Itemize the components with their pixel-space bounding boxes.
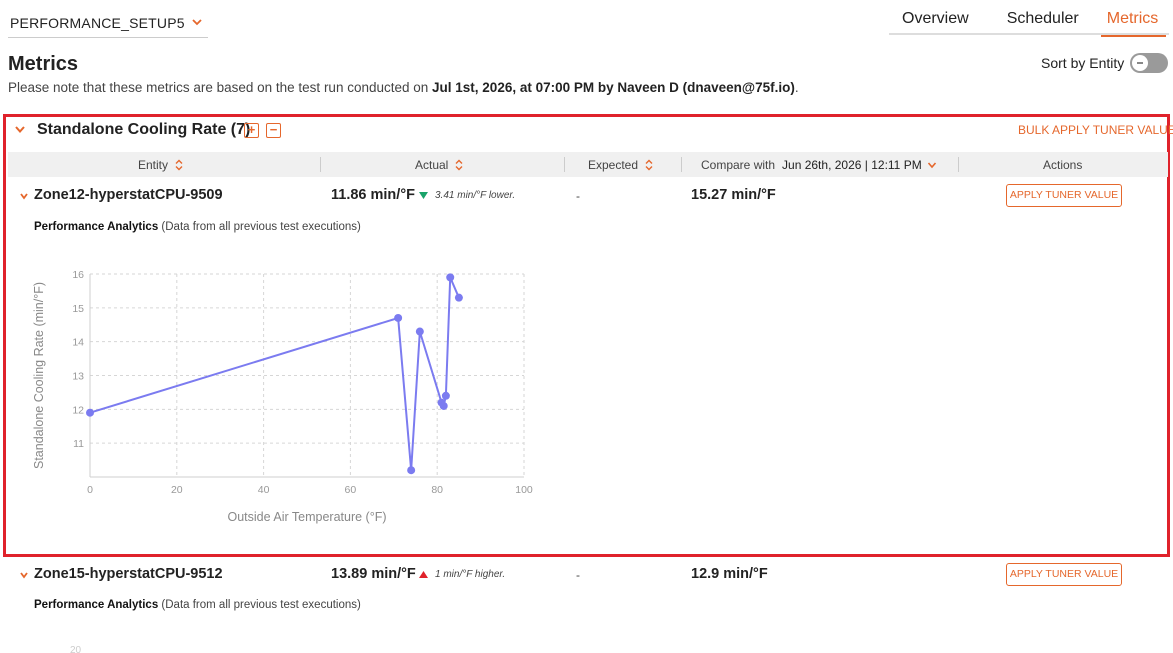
header-compare-with[interactable]: Compare with Jun 26th, 2026 | 12:11 PM: [701, 158, 937, 172]
trend-down-icon: [419, 192, 428, 199]
y-tick-label: 13: [72, 371, 84, 383]
setup-select[interactable]: PERFORMANCE_SETUP5: [8, 8, 208, 38]
column-divider: [958, 157, 959, 172]
expected-value: -: [576, 568, 580, 582]
column-divider: [681, 157, 682, 172]
page-title: Metrics: [8, 53, 79, 75]
trend-up-icon: [419, 571, 428, 578]
minus-icon[interactable]: −: [266, 123, 281, 138]
actual-value: 13.89 min/°F: [331, 566, 416, 582]
x-tick-label: 60: [345, 484, 357, 496]
data-line: [89, 276, 460, 471]
compare-value: 12.9 min/°F: [691, 566, 768, 582]
actual-value: 11.86 min/°F: [331, 187, 415, 203]
toggle-knob: [1132, 55, 1149, 71]
data-point: [86, 408, 94, 417]
data-point: [454, 293, 463, 302]
setup-select-value: PERFORMANCE_SETUP5: [10, 14, 185, 31]
header-actions-label: Actions: [1043, 158, 1083, 172]
entity-name: Zone12-hyperstatCPU-9509: [34, 187, 223, 203]
note-suffix: .: [794, 80, 799, 95]
analytics-title: Performance Analytics: [34, 599, 159, 611]
header-entity[interactable]: Entity: [138, 158, 184, 172]
x-tick-label: 40: [258, 484, 270, 496]
compare-value: 15.27 min/°F: [691, 187, 776, 203]
chevron-down-icon[interactable]: [19, 570, 29, 580]
cooling-rate-chart: 11 12 13 14 15 16 0 20 40 60 80 100 Outside Air Temp…: [32, 269, 533, 524]
x-tick-label: 80: [431, 484, 443, 496]
apply-tuner-button[interactable]: APPLY TUNER VALUE: [1006, 184, 1122, 207]
group-title: Standalone Cooling Rate (7): [37, 121, 251, 138]
sort-icon: [175, 159, 183, 171]
note-date: Jul 1st, 2026, at 07:00 PM by Naveen D (…: [432, 80, 795, 95]
tab-scheduler[interactable]: Scheduler: [1007, 8, 1079, 35]
header-actual[interactable]: Actual: [415, 158, 464, 172]
data-point: [415, 327, 424, 336]
entity-name: Zone15-hyperstatCPU-9512: [34, 566, 223, 582]
sort-icon: [455, 159, 463, 171]
column-divider: [564, 157, 565, 172]
sort-label: Sort by Entity: [1041, 55, 1125, 71]
top-tabs: Overview Scheduler Metrics: [889, 8, 1169, 37]
x-axis-title: Outside Air Temperature (°F): [228, 510, 387, 524]
y-axis-title: Standalone Cooling Rate (min/°F): [32, 282, 46, 469]
expected-value: -: [576, 189, 580, 203]
header-expected-label: Expected: [588, 158, 639, 172]
tab-overview[interactable]: Overview: [902, 8, 969, 35]
header-compare-label: Compare with: [701, 158, 776, 172]
performance-analytics-label: Performance Analytics (Data from all pre…: [34, 599, 361, 611]
sort-toggle[interactable]: [1130, 53, 1169, 73]
table-header: Entity Actual Expected Compare with Jun …: [8, 152, 1168, 177]
test-run-note: Please note that these metrics are based…: [8, 80, 799, 95]
header-actual-label: Actual: [415, 158, 449, 172]
chevron-down-icon: [927, 162, 936, 169]
analytics-note: (Data from all previous test executions): [161, 221, 361, 233]
sort-by-entity: Sort by Entity: [1041, 53, 1169, 73]
header-expected[interactable]: Expected: [588, 158, 654, 172]
data-point: [441, 391, 450, 400]
data-point: [407, 466, 416, 475]
delta-text: 1 min/°F higher.: [435, 569, 506, 580]
data-point: [394, 313, 403, 322]
delta-text: 3.41 min/°F lower.: [435, 190, 516, 201]
plus-icon[interactable]: +: [244, 123, 259, 138]
chevron-down-icon: [192, 19, 202, 26]
x-tick-label: 20: [171, 484, 183, 496]
analytics-note: (Data from all previous test executions): [161, 599, 361, 611]
column-divider: [320, 157, 321, 172]
y-tick-label: 15: [72, 303, 84, 315]
header-entity-label: Entity: [138, 158, 169, 172]
sort-icon: [645, 159, 653, 171]
y-tick-label: 12: [72, 404, 84, 416]
bulk-apply-button[interactable]: BULK APPLY TUNER VALUE: [1018, 123, 1173, 137]
x-tick-label: 0: [87, 484, 93, 496]
analytics-title: Performance Analytics: [34, 221, 159, 233]
header-actions: Actions: [1043, 158, 1082, 172]
y-tick-label: 11: [73, 438, 84, 450]
apply-tuner-button[interactable]: APPLY TUNER VALUE: [1006, 563, 1122, 586]
tab-metrics[interactable]: Metrics: [1100, 8, 1166, 37]
performance-analytics-label: Performance Analytics (Data from all pre…: [34, 221, 361, 233]
second-chart-partial-tick: 20: [70, 645, 82, 653]
data-point: [439, 401, 448, 410]
compare-date: Jun 26th, 2026 | 12:11 PM: [782, 158, 922, 172]
y-tick-label: 14: [72, 337, 84, 349]
data-point: [446, 273, 455, 282]
chevron-down-icon[interactable]: [19, 191, 29, 201]
chevron-down-icon[interactable]: [14, 124, 26, 136]
note-prefix: Please note that these metrics are based…: [8, 80, 433, 95]
y-tick-label: 16: [72, 269, 84, 281]
x-tick-label: 100: [515, 484, 533, 496]
